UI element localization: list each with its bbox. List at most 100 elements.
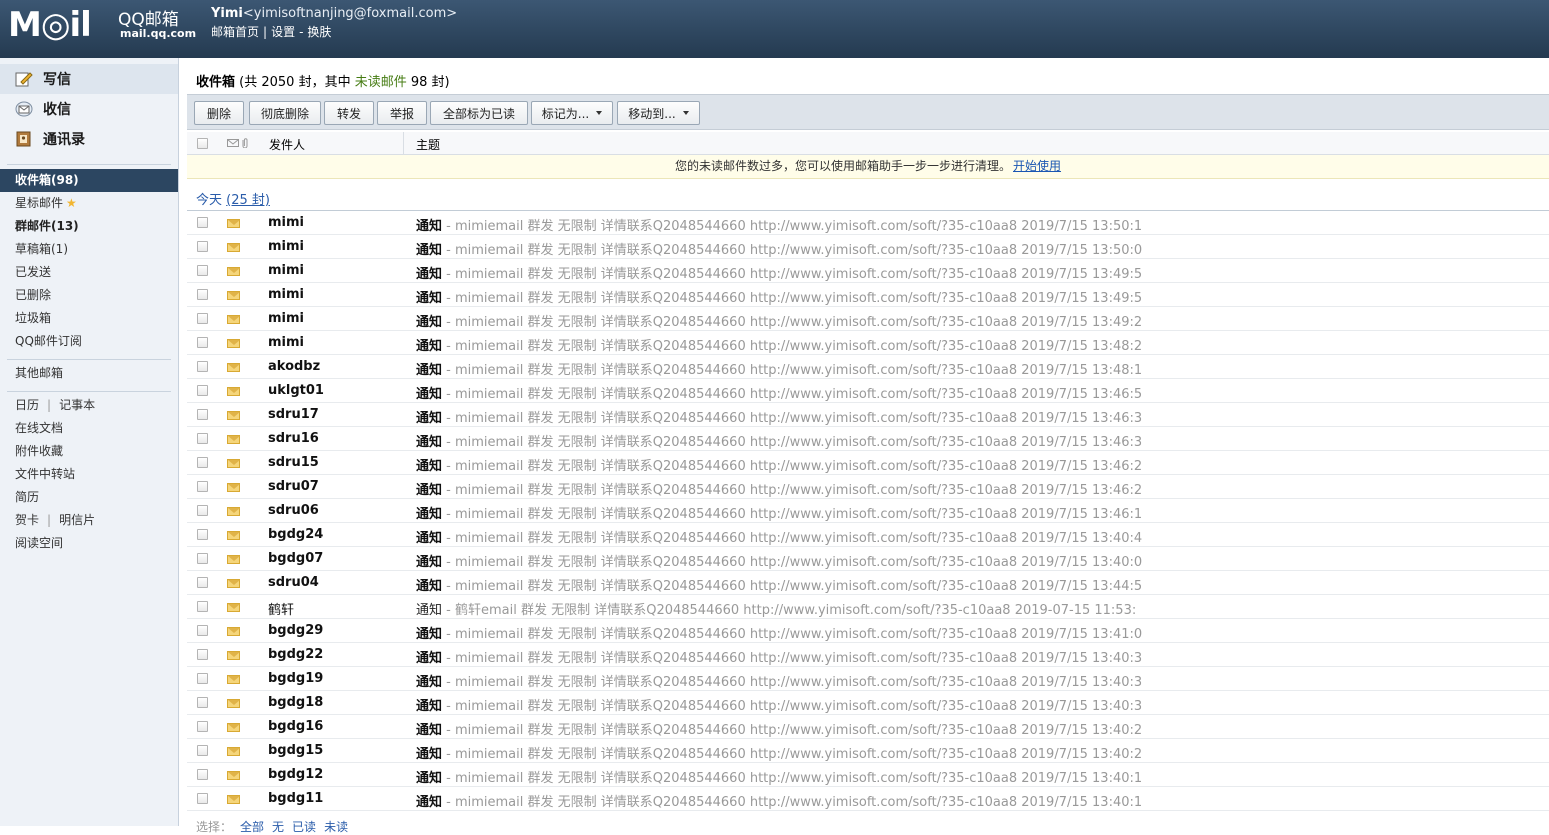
row-sender[interactable]: uklgt01 (268, 383, 324, 398)
unread-link[interactable]: 未读邮件 (355, 75, 407, 90)
select-all-checkbox[interactable] (197, 138, 208, 149)
row-checkbox[interactable] (197, 313, 208, 324)
mailbox-home-link[interactable]: 邮箱首页 (211, 25, 259, 39)
folder-spam[interactable]: 垃圾箱 (0, 307, 178, 330)
row-sender[interactable]: sdru07 (268, 479, 319, 494)
row-subject-line[interactable]: 通知 - mimiemail 群发 无限制 详情联系Q2048544660 ht… (416, 311, 1142, 330)
row-checkbox[interactable] (197, 721, 208, 732)
row-subject-line[interactable]: 通知 - mimiemail 群发 无限制 详情联系Q2048544660 ht… (416, 239, 1142, 258)
row-checkbox[interactable] (197, 697, 208, 708)
notebook-link[interactable]: 记事本 (59, 398, 95, 412)
row-sender[interactable]: bgdg07 (268, 551, 323, 566)
attachments-link[interactable]: 附件收藏 (0, 440, 178, 463)
row-checkbox[interactable] (197, 553, 208, 564)
row-checkbox[interactable] (197, 289, 208, 300)
row-sender[interactable]: bgdg16 (268, 719, 323, 734)
row-sender[interactable]: bgdg22 (268, 647, 323, 662)
mail-row[interactable]: akodbz 通知 - mimiemail 群发 无限制 详情联系Q2048544… (187, 355, 1549, 379)
mail-row[interactable]: sdru15 通知 - mimiemail 群发 无限制 详情联系Q2048544… (187, 451, 1549, 475)
sender-column-header[interactable]: 发件人 (269, 136, 305, 153)
mail-row[interactable]: bgdg24 通知 - mimiemail 群发 无限制 详情联系Q2048544… (187, 523, 1549, 547)
row-sender[interactable]: mimi (268, 311, 304, 326)
postcards-link[interactable]: 明信片 (59, 513, 95, 527)
row-subject-line[interactable]: 通知 - mimiemail 群发 无限制 详情联系Q2048544660 ht… (416, 623, 1142, 642)
row-checkbox[interactable] (197, 241, 208, 252)
contacts-button[interactable]: 通讯录 (0, 124, 178, 154)
row-checkbox[interactable] (197, 457, 208, 468)
subject-column-header[interactable]: 主题 (416, 136, 440, 153)
notice-start-link[interactable]: 开始使用 (1013, 159, 1061, 173)
row-subject-line[interactable]: 通知 - mimiemail 群发 无限制 详情联系Q2048544660 ht… (416, 575, 1142, 594)
row-subject-line[interactable]: 通知 - mimiemail 群发 无限制 详情联系Q2048544660 ht… (416, 767, 1142, 786)
select-all-link[interactable]: 全部 (240, 820, 264, 834)
row-checkbox[interactable] (197, 265, 208, 276)
select-unread-link[interactable]: 未读 (324, 820, 348, 834)
row-sender[interactable]: 鹤轩 (268, 599, 294, 618)
file-transfer-link[interactable]: 文件中转站 (0, 463, 178, 486)
row-subject-line[interactable]: 通知 - mimiemail 群发 无限制 详情联系Q2048544660 ht… (416, 215, 1142, 234)
row-sender[interactable]: mimi (268, 335, 304, 350)
row-checkbox[interactable] (197, 793, 208, 804)
row-sender[interactable]: bgdg19 (268, 671, 323, 686)
row-checkbox[interactable] (197, 745, 208, 756)
mail-row[interactable]: 鹤轩 通知 - 鹤轩email 群发 无限制 详情联系Q2048544660 ht… (187, 595, 1549, 619)
mail-row[interactable]: sdru04 通知 - mimiemail 群发 无限制 详情联系Q2048544… (187, 571, 1549, 595)
mark-all-read-button[interactable]: 全部标为已读 (430, 101, 528, 125)
skin-link[interactable]: 换肤 (307, 25, 331, 39)
row-subject-line[interactable]: 通知 - mimiemail 群发 无限制 详情联系Q2048544660 ht… (416, 503, 1142, 522)
row-subject-line[interactable]: 通知 - mimiemail 群发 无限制 详情联系Q2048544660 ht… (416, 479, 1142, 498)
resume-link[interactable]: 简历 (0, 486, 178, 509)
settings-link[interactable]: 设置 (271, 25, 295, 39)
receive-button[interactable]: 收信 (0, 94, 178, 124)
row-subject-line[interactable]: 通知 - mimiemail 群发 无限制 详情联系Q2048544660 ht… (416, 455, 1142, 474)
qq-mail-logo[interactable]: M◎il QQ邮箱 mail.qq.com (8, 5, 196, 45)
mail-row[interactable]: bgdg15 通知 - mimiemail 群发 无限制 详情联系Q2048544… (187, 739, 1549, 763)
delete-permanently-button[interactable]: 彻底删除 (249, 101, 321, 125)
mail-row[interactable]: sdru17 通知 - mimiemail 群发 无限制 详情联系Q2048544… (187, 403, 1549, 427)
row-subject-line[interactable]: 通知 - mimiemail 群发 无限制 详情联系Q2048544660 ht… (416, 263, 1142, 282)
row-sender[interactable]: bgdg15 (268, 743, 323, 758)
row-checkbox[interactable] (197, 649, 208, 660)
folder-group-mail[interactable]: 群邮件(13) (0, 215, 178, 238)
mail-row[interactable]: sdru16 通知 - mimiemail 群发 无限制 详情联系Q2048544… (187, 427, 1549, 451)
row-checkbox[interactable] (197, 409, 208, 420)
row-checkbox[interactable] (197, 529, 208, 540)
row-sender[interactable]: sdru06 (268, 503, 319, 518)
row-checkbox[interactable] (197, 625, 208, 636)
row-checkbox[interactable] (197, 361, 208, 372)
row-checkbox[interactable] (197, 481, 208, 492)
row-checkbox[interactable] (197, 769, 208, 780)
calendar-link[interactable]: 日历 (15, 398, 39, 412)
mail-row[interactable]: mimi 通知 - mimiemail 群发 无限制 详情联系Q204854466… (187, 283, 1549, 307)
mark-as-dropdown[interactable]: 标记为... (531, 101, 613, 125)
row-checkbox[interactable] (197, 337, 208, 348)
row-sender[interactable]: akodbz (268, 359, 320, 374)
forward-button[interactable]: 转发 (324, 101, 374, 125)
mail-row[interactable]: sdru07 通知 - mimiemail 群发 无限制 详情联系Q2048544… (187, 475, 1549, 499)
row-checkbox[interactable] (197, 577, 208, 588)
mail-row[interactable]: sdru06 通知 - mimiemail 群发 无限制 详情联系Q2048544… (187, 499, 1549, 523)
row-sender[interactable]: bgdg12 (268, 767, 323, 782)
folder-starred[interactable]: 星标邮件 ★ (0, 192, 178, 215)
online-docs-link[interactable]: 在线文档 (0, 417, 178, 440)
row-checkbox[interactable] (197, 217, 208, 228)
row-subject-line[interactable]: 通知 - mimiemail 群发 无限制 详情联系Q2048544660 ht… (416, 359, 1142, 378)
row-subject-line[interactable]: 通知 - mimiemail 群发 无限制 详情联系Q2048544660 ht… (416, 719, 1142, 738)
folder-other-mailboxes[interactable]: 其他邮箱 (0, 362, 178, 385)
row-subject-line[interactable]: 通知 - mimiemail 群发 无限制 详情联系Q2048544660 ht… (416, 527, 1142, 546)
mail-row[interactable]: bgdg22 通知 - mimiemail 群发 无限制 详情联系Q2048544… (187, 643, 1549, 667)
row-checkbox[interactable] (197, 433, 208, 444)
folder-inbox[interactable]: 收件箱(98) (0, 169, 178, 192)
row-subject-line[interactable]: 通知 - 鹤轩email 群发 无限制 详情联系Q2048544660 http… (416, 599, 1136, 618)
row-subject-line[interactable]: 通知 - mimiemail 群发 无限制 详情联系Q2048544660 ht… (416, 335, 1142, 354)
compose-button[interactable]: 写信 (0, 64, 178, 94)
row-subject-line[interactable]: 通知 - mimiemail 群发 无限制 详情联系Q2048544660 ht… (416, 743, 1142, 762)
select-none-link[interactable]: 无 (272, 820, 284, 834)
folder-drafts[interactable]: 草稿箱(1) (0, 238, 178, 261)
mail-row[interactable]: bgdg12 通知 - mimiemail 群发 无限制 详情联系Q2048544… (187, 763, 1549, 787)
mail-row[interactable]: bgdg19 通知 - mimiemail 群发 无限制 详情联系Q2048544… (187, 667, 1549, 691)
select-read-link[interactable]: 已读 (292, 820, 316, 834)
report-button[interactable]: 举报 (377, 101, 427, 125)
row-sender[interactable]: sdru04 (268, 575, 319, 590)
row-checkbox[interactable] (197, 385, 208, 396)
